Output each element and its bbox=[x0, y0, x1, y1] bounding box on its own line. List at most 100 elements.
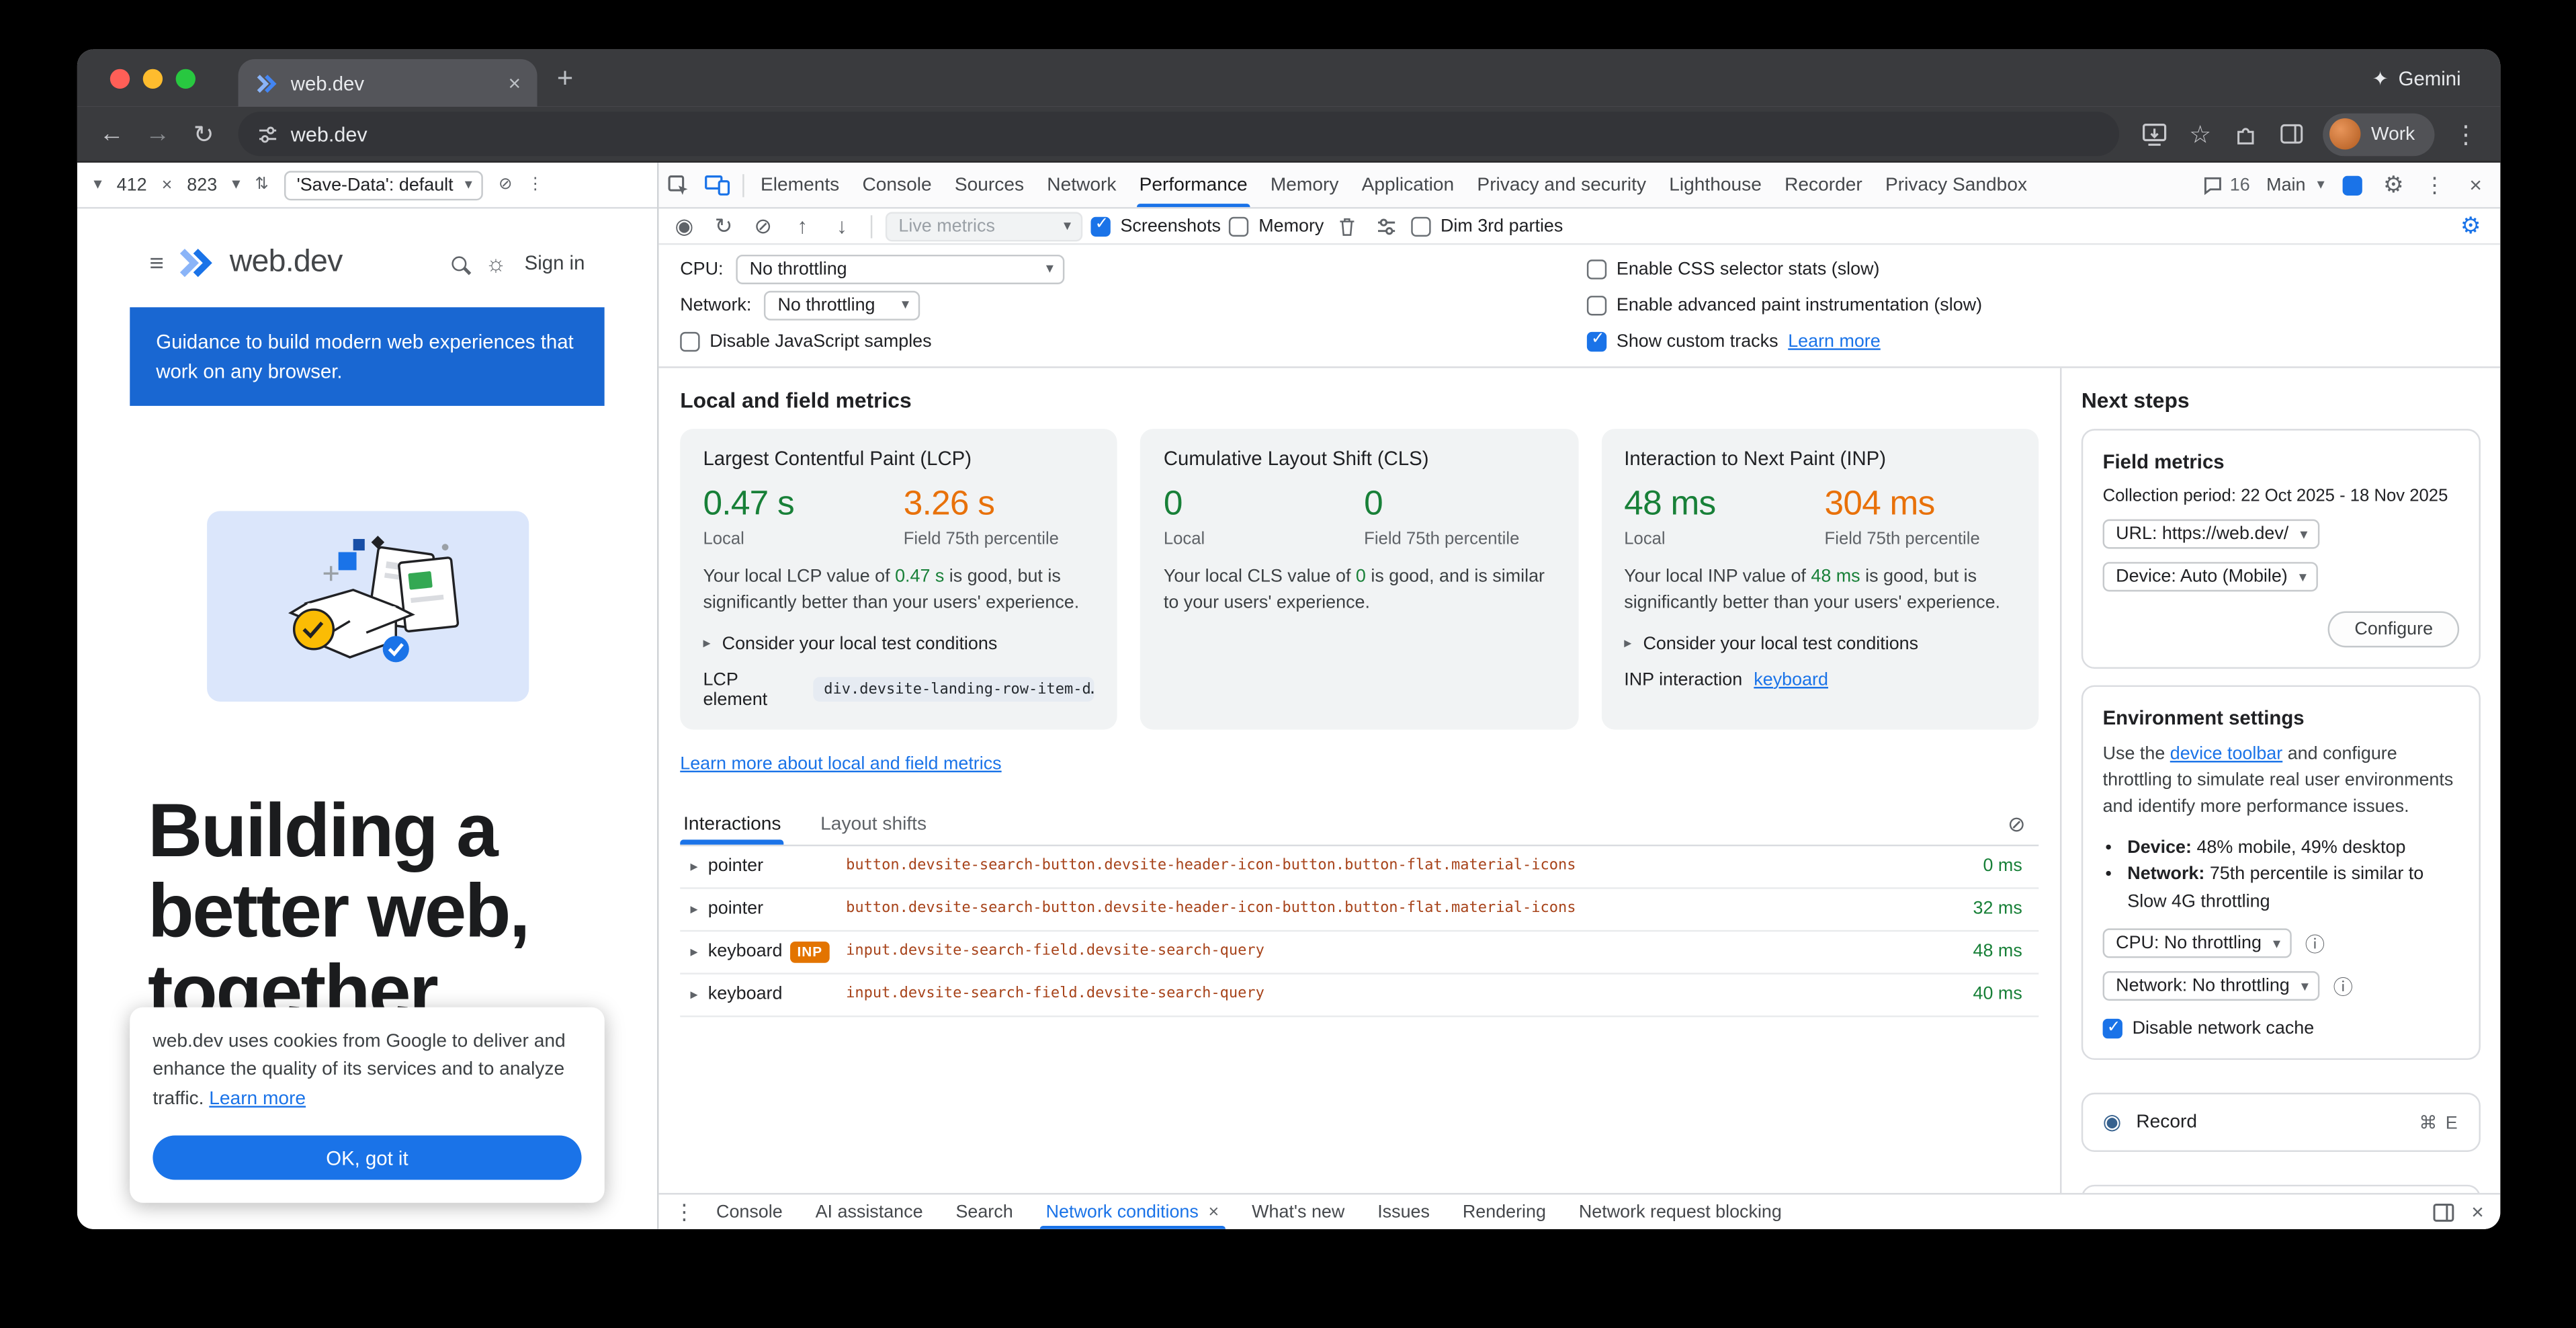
devtools-menu-icon[interactable]: ⋮ bbox=[2415, 163, 2454, 207]
search-icon[interactable] bbox=[452, 255, 467, 270]
load-profile-icon[interactable]: ↑ bbox=[787, 214, 818, 239]
record-button[interactable]: ◉ Record ⌘ E bbox=[2081, 1093, 2481, 1153]
save-data-select[interactable]: 'Save-Data': default bbox=[284, 170, 484, 200]
tab-lighthouse[interactable]: Lighthouse bbox=[1658, 163, 1773, 207]
env-network-select[interactable]: Network: No throttling bbox=[2103, 972, 2320, 1001]
expand-caret-icon[interactable]: ▸ bbox=[680, 901, 708, 919]
tab-close-icon[interactable]: × bbox=[508, 71, 521, 95]
device-type-caret-icon[interactable]: ▾ bbox=[93, 176, 101, 194]
back-button[interactable]: ← bbox=[90, 112, 133, 155]
expand-caret-icon[interactable]: ▸ bbox=[680, 858, 708, 876]
forward-button[interactable]: → bbox=[136, 112, 179, 155]
rotate-device-icon[interactable]: ⇅ bbox=[255, 176, 269, 194]
drawer-tab-network-request-blocking[interactable]: Network request blocking bbox=[1562, 1195, 1798, 1229]
custom-tracks-learn-more-link[interactable]: Learn more bbox=[1788, 331, 1881, 351]
memory-checkbox[interactable]: Memory bbox=[1229, 216, 1324, 236]
address-bar[interactable]: web.dev bbox=[239, 112, 2120, 156]
browser-tab[interactable]: web.dev × bbox=[239, 59, 538, 107]
site-settings-icon[interactable] bbox=[258, 124, 277, 144]
reload-button[interactable]: ↻ bbox=[182, 112, 225, 155]
field-url-select[interactable]: URL: https://web.dev/ bbox=[2103, 520, 2319, 549]
field-device-select[interactable]: Device: Auto (Mobile) bbox=[2103, 562, 2318, 591]
tab-network[interactable]: Network bbox=[1035, 163, 1127, 207]
tab-console[interactable]: Console bbox=[851, 163, 943, 207]
info-icon[interactable]: ⓘ bbox=[2305, 929, 2325, 958]
tab-performance[interactable]: Performance bbox=[1128, 163, 1259, 207]
record-icon[interactable]: ◉ bbox=[669, 213, 699, 239]
drawer-tab-search[interactable]: Search bbox=[939, 1195, 1029, 1229]
drawer-menu-icon[interactable]: ⋮ bbox=[669, 1199, 699, 1225]
expand-caret-icon[interactable]: ▸ bbox=[680, 943, 708, 961]
theme-toggle-icon[interactable]: ☼ bbox=[485, 250, 506, 276]
install-site-icon[interactable] bbox=[2133, 112, 2176, 155]
paint-instrumentation-checkbox[interactable]: Enable advanced paint instrumentation (s… bbox=[1587, 291, 1982, 319]
bookmark-star-icon[interactable]: ☆ bbox=[2179, 112, 2222, 155]
inp-interaction-link[interactable]: keyboard bbox=[1754, 670, 1828, 690]
field-metrics-learn-more-link[interactable]: Learn more about local and field metrics bbox=[680, 754, 1001, 774]
drawer-tab-whats-new[interactable]: What's new bbox=[1236, 1195, 1361, 1229]
zoom-caret-icon[interactable]: ▾ bbox=[232, 176, 240, 194]
new-tab-button[interactable]: + bbox=[557, 62, 573, 95]
interactions-tab[interactable]: Interactions bbox=[680, 806, 784, 844]
cpu-throttle-select[interactable]: No throttling bbox=[736, 254, 1065, 284]
dock-panel-icon[interactable] bbox=[2434, 1202, 2455, 1222]
env-cpu-select[interactable]: CPU: No throttling bbox=[2103, 929, 2292, 958]
drawer-tab-network-conditions[interactable]: Network conditions × bbox=[1029, 1195, 1236, 1229]
hamburger-menu-icon[interactable]: ≡ bbox=[149, 249, 163, 277]
clear-recording-icon[interactable]: ⊘ bbox=[747, 213, 778, 239]
capture-settings-gear-icon[interactable]: ⚙ bbox=[2451, 212, 2491, 240]
throttling-icon[interactable]: ⊘ bbox=[499, 176, 513, 194]
screenshots-checkbox[interactable]: Screenshots bbox=[1090, 216, 1221, 236]
toggle-device-toolbar-icon[interactable] bbox=[698, 163, 738, 207]
lcp-element-chip[interactable]: div.devsite-landing-row-item-d… bbox=[812, 677, 1094, 702]
interaction-row[interactable]: ▸ keyboard input.devsite-search-field.de… bbox=[680, 974, 2038, 1018]
extensions-puzzle-icon[interactable] bbox=[2225, 112, 2268, 155]
browser-menu-icon[interactable]: ⋮ bbox=[2444, 112, 2487, 155]
drawer-tab-ai-assistance[interactable]: AI assistance bbox=[799, 1195, 939, 1229]
css-selector-stats-checkbox[interactable]: Enable CSS selector stats (slow) bbox=[1587, 255, 1982, 283]
save-profile-icon[interactable]: ↓ bbox=[826, 214, 857, 239]
device-width-input[interactable]: 412 bbox=[117, 175, 147, 194]
device-toolbar-link[interactable]: device toolbar bbox=[2170, 745, 2282, 764]
tab-sources[interactable]: Sources bbox=[943, 163, 1035, 207]
inp-test-conditions-expander[interactable]: ▸Consider your local test conditions bbox=[1624, 634, 2016, 653]
disable-js-samples-checkbox[interactable]: Disable JavaScript samples bbox=[680, 327, 1587, 356]
fullscreen-window-button[interactable] bbox=[176, 68, 196, 87]
network-throttle-select[interactable]: No throttling bbox=[765, 290, 920, 320]
drawer-tab-issues[interactable]: Issues bbox=[1361, 1195, 1447, 1229]
garbage-collect-icon[interactable] bbox=[1332, 216, 1363, 236]
device-more-icon[interactable]: ⋮ bbox=[527, 176, 543, 194]
expand-caret-icon[interactable]: ▸ bbox=[680, 986, 708, 1004]
main-context-select[interactable]: Main bbox=[2260, 170, 2331, 200]
gemini-button[interactable]: ✦ Gemini bbox=[2372, 67, 2460, 89]
tab-elements[interactable]: Elements bbox=[749, 163, 851, 207]
drawer-tab-console[interactable]: Console bbox=[700, 1195, 800, 1229]
profile-chip[interactable]: Work bbox=[2323, 112, 2434, 155]
clear-log-icon[interactable]: ⊘ bbox=[2008, 813, 2038, 839]
history-select[interactable]: Live metrics bbox=[886, 211, 1082, 241]
configure-button[interactable]: Configure bbox=[2328, 612, 2459, 648]
blue-status-icon[interactable] bbox=[2333, 163, 2372, 207]
cookie-accept-button[interactable]: OK, got it bbox=[153, 1135, 581, 1179]
interaction-row[interactable]: ▸ pointer button.devsite-search-button.d… bbox=[680, 888, 2038, 931]
close-window-button[interactable] bbox=[110, 68, 130, 87]
layout-shifts-tab[interactable]: Layout shifts bbox=[817, 806, 930, 844]
lcp-test-conditions-expander[interactable]: ▸Consider your local test conditions bbox=[703, 634, 1094, 653]
interaction-row[interactable]: ▸ keyboardINP input.devsite-search-field… bbox=[680, 931, 2038, 974]
side-panel-icon[interactable] bbox=[2271, 112, 2314, 155]
console-messages-indicator[interactable]: 16 bbox=[2195, 175, 2258, 194]
site-brand[interactable]: web.dev bbox=[230, 245, 343, 281]
record-and-reload-icon[interactable]: ↻ bbox=[708, 213, 739, 239]
sign-in-button[interactable]: Sign in bbox=[525, 251, 585, 274]
disable-network-cache-checkbox[interactable]: Disable network cache bbox=[2103, 1020, 2460, 1039]
inspect-element-icon[interactable] bbox=[658, 163, 698, 207]
cookie-learn-more-link[interactable]: Learn more bbox=[209, 1089, 306, 1109]
capture-settings-icon[interactable] bbox=[1371, 216, 1402, 236]
device-height-input[interactable]: 823 bbox=[187, 175, 217, 194]
tab-memory[interactable]: Memory bbox=[1259, 163, 1350, 207]
minimize-window-button[interactable] bbox=[143, 68, 163, 87]
show-custom-tracks-checkbox[interactable]: Show custom tracks Learn more bbox=[1587, 327, 1982, 356]
drawer-tab-close-icon[interactable]: × bbox=[1208, 1202, 1219, 1222]
tab-recorder[interactable]: Recorder bbox=[1773, 163, 1874, 207]
tab-application[interactable]: Application bbox=[1350, 163, 1466, 207]
